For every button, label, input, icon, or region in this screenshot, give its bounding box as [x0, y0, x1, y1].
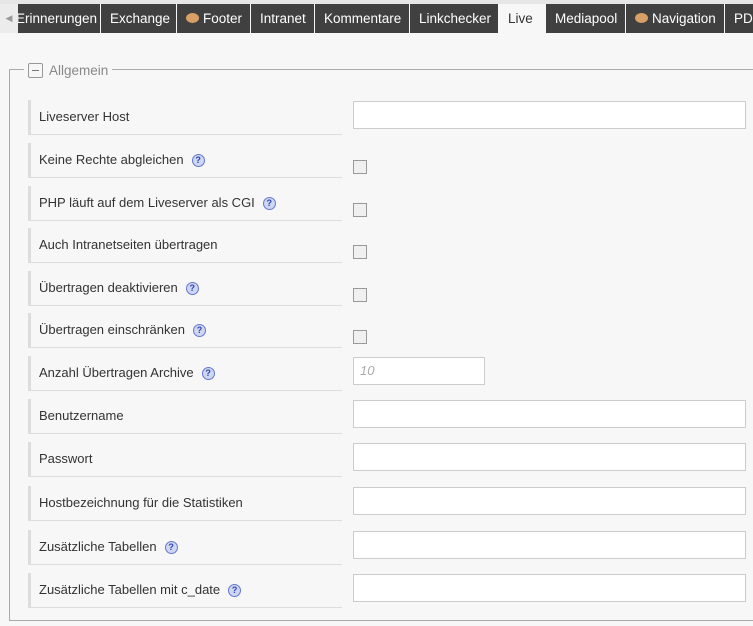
tab-intranet[interactable]: Intranet: [251, 4, 314, 33]
field-label-text: Keine Rechte abgleichen: [39, 152, 184, 167]
tab-label: Navigation: [652, 11, 716, 26]
field-checkbox[interactable]: [353, 330, 367, 344]
tab-label: Intranet: [260, 11, 306, 26]
field-label: PHP läuft auf dem Liveserver als CGI?: [28, 186, 342, 221]
tab-label: Erinnerungen: [18, 11, 98, 26]
tab-label: Footer: [203, 11, 243, 26]
tab-label: Kommentare: [324, 11, 402, 26]
fieldset-legend[interactable]: Allgemein: [24, 61, 113, 79]
help-icon[interactable]: ?: [191, 154, 205, 167]
tab-footer[interactable]: Footer: [177, 4, 250, 33]
form-row: Hostbezeichnung für die Statistiken: [28, 486, 753, 522]
field-label-text: Zusätzliche Tabellen: [39, 539, 157, 554]
field-checkbox[interactable]: [353, 288, 367, 302]
tab-pdf[interactable]: PDF: [725, 4, 753, 33]
form-row: PHP läuft auf dem Liveserver als CGI?: [28, 186, 753, 222]
field-label: Zusätzliche Tabellen?: [28, 530, 342, 565]
help-icon[interactable]: ?: [185, 282, 199, 295]
field-text-input[interactable]: [353, 531, 746, 559]
field-label: Auch Intranetseiten übertragen: [28, 228, 342, 263]
tab-mediapool[interactable]: Mediapool: [546, 4, 625, 33]
field-text-input[interactable]: [353, 443, 746, 471]
field-label-text: Übertragen einschränken: [39, 322, 185, 337]
field-label: Hostbezeichnung für die Statistiken: [28, 486, 342, 521]
tab-label: Live: [508, 11, 533, 26]
tab-linkchecker[interactable]: Linkchecker: [410, 4, 498, 33]
field-label: Benutzername: [28, 399, 342, 434]
form-row: Benutzername: [28, 399, 753, 435]
help-icon[interactable]: ?: [228, 584, 242, 597]
form-row: Anzahl Übertragen Archive? 10: [28, 356, 753, 392]
tab-navigation[interactable]: Navigation: [626, 4, 724, 33]
help-icon[interactable]: ?: [201, 367, 215, 380]
field-label-text: PHP läuft auf dem Liveserver als CGI: [39, 195, 255, 210]
field-label: Zusätzliche Tabellen mit c_date?: [28, 573, 342, 608]
form-row: Zusätzliche Tabellen mit c_date?: [28, 573, 753, 609]
tab-bar: ◀ Erinnerungen Exchange Footer Intranet Komm…: [0, 4, 753, 33]
palette-icon: [635, 13, 648, 23]
legend-label: Allgemein: [49, 62, 109, 78]
form-row: Übertragen einschränken?: [28, 313, 753, 349]
field-label-text: Passwort: [39, 451, 93, 466]
field-checkbox[interactable]: [353, 203, 367, 217]
form-row: Zusätzliche Tabellen?: [28, 530, 753, 566]
field-label: Passwort: [28, 442, 342, 477]
field-label: Keine Rechte abgleichen?: [28, 143, 342, 178]
field-label: Liveserver Host: [28, 100, 342, 135]
field-label-text: Auch Intranetseiten übertragen: [39, 237, 218, 252]
tab-label: PDF: [734, 11, 753, 26]
field-label-text: Liveserver Host: [39, 109, 130, 124]
field-label-text: Anzahl Übertragen Archive: [39, 365, 194, 380]
field-label-text: Übertragen deaktivieren: [39, 280, 178, 295]
field-number-input[interactable]: 10: [353, 357, 485, 385]
tab-label: Mediapool: [555, 11, 618, 26]
field-label: Übertragen einschränken?: [28, 313, 342, 348]
tab-kommentare[interactable]: Kommentare: [315, 4, 409, 33]
collapse-icon[interactable]: [28, 62, 43, 78]
help-icon[interactable]: ?: [262, 197, 276, 210]
tab-exchange[interactable]: Exchange: [101, 4, 176, 33]
field-label-text: Benutzername: [39, 408, 124, 423]
field-label: Übertragen deaktivieren?: [28, 271, 342, 306]
field-label-text: Zusätzliche Tabellen mit c_date: [39, 582, 221, 597]
help-icon[interactable]: ?: [164, 541, 178, 554]
field-checkbox[interactable]: [353, 160, 367, 174]
tab-erinnerungen[interactable]: Erinnerungen: [18, 4, 100, 33]
form-row: Übertragen deaktivieren?: [28, 271, 753, 307]
form-row: Passwort: [28, 442, 753, 478]
field-label-text: Hostbezeichnung für die Statistiken: [39, 495, 243, 510]
field-text-input[interactable]: [353, 487, 746, 515]
field-text-input[interactable]: [353, 101, 746, 129]
form-row: Auch Intranetseiten übertragen: [28, 228, 753, 264]
help-icon[interactable]: ?: [192, 324, 206, 337]
scroll-left-icon[interactable]: ◀: [0, 4, 18, 33]
form-row: Keine Rechte abgleichen?: [28, 143, 753, 179]
field-text-input[interactable]: [353, 400, 746, 428]
field-text-input[interactable]: [353, 574, 746, 602]
palette-icon: [186, 13, 199, 23]
field-checkbox[interactable]: [353, 245, 367, 259]
tab-label: Linkchecker: [419, 11, 492, 26]
tab-label: Exchange: [110, 11, 171, 26]
field-label: Anzahl Übertragen Archive?: [28, 356, 342, 391]
tab-live[interactable]: Live: [499, 4, 545, 33]
form-row: Liveserver Host: [28, 100, 753, 136]
